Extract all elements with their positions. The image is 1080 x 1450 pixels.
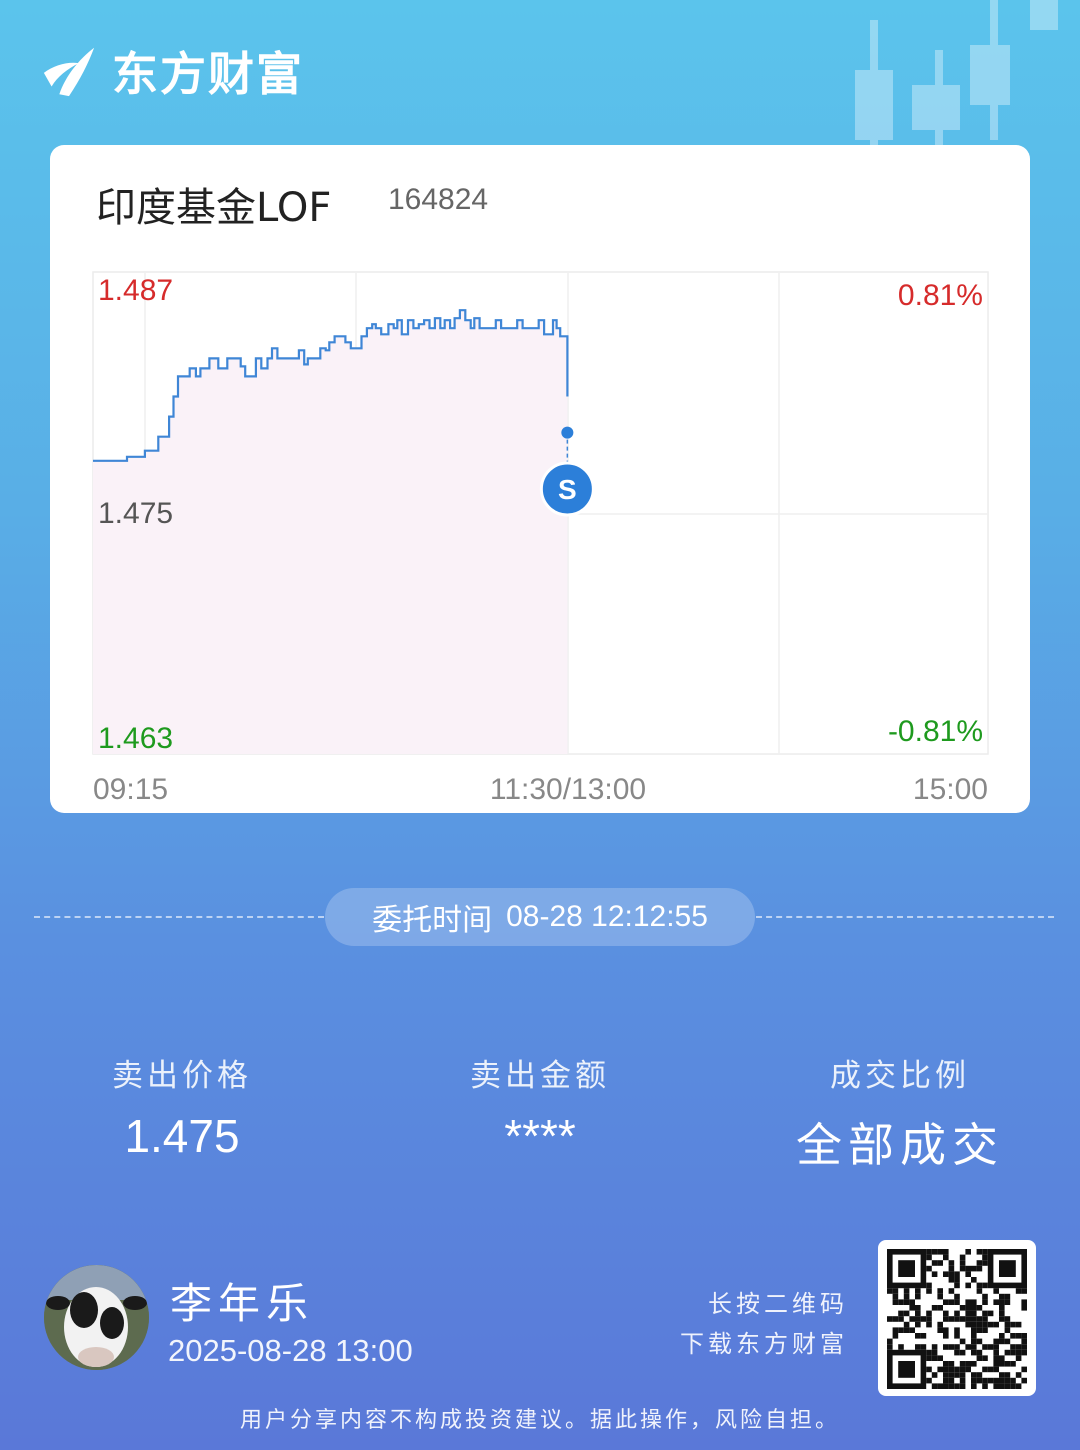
intraday-chart: S 1.487 1.475 1.463 0.81% -0.81% 09:15 1… [92, 271, 989, 806]
x-tick-mid: 11:30/13:00 [490, 773, 646, 806]
order-time-value: 08-28 12:12:55 [506, 900, 708, 933]
qr-hint-line2: 下载东方财富 [680, 1330, 848, 1358]
price-area [93, 310, 568, 754]
fund-chart-card: 印度基金LOF 164824 S 1.487 1.475 1.463 0.81%… [50, 145, 1030, 813]
app-header: 东方财富 [40, 38, 304, 104]
stat-sell-amount: 卖出金额 **** [390, 1050, 690, 1163]
qr-hint-line1: 长按二维码 [708, 1290, 848, 1318]
divider-left [34, 916, 324, 918]
user-avatar[interactable] [44, 1265, 149, 1370]
pct-tick-top: 0.81% [898, 279, 983, 312]
eastmoney-logo-icon [43, 47, 95, 97]
divider-right [756, 916, 1054, 918]
stat-value: 全部成交 [796, 1118, 1004, 1172]
stat-label: 卖出价格 [112, 1058, 252, 1094]
user-name: 李年乐 [170, 1279, 315, 1328]
brand-name: 东方财富 [112, 47, 304, 101]
order-time-pill: 委托时间 08-28 12:12:55 [325, 888, 755, 946]
order-time-row: 委托时间 08-28 12:12:55 [0, 888, 1080, 946]
cow-avatar-icon [44, 1265, 149, 1370]
stat-fill-ratio: 成交比例 全部成交 [750, 1050, 1050, 1175]
y-tick-mid: 1.475 [98, 497, 173, 530]
pct-tick-bottom: -0.81% [888, 715, 983, 748]
stat-sell-price: 卖出价格 1.475 [32, 1050, 332, 1163]
order-time-label: 委托时间 [372, 903, 493, 938]
x-tick-start: 09:15 [93, 773, 168, 806]
stat-value: **** [504, 1110, 576, 1162]
y-tick-top: 1.487 [98, 274, 173, 307]
disclaimer: 用户分享内容不构成投资建议。据此操作，风险自担。 [239, 1408, 840, 1433]
share-datetime: 2025-08-28 13:00 [168, 1333, 413, 1368]
qr-hint: 长按二维码 下载东方财富 [680, 1284, 848, 1364]
download-qr-code[interactable] [878, 1240, 1036, 1396]
qr-code-icon [887, 1249, 1027, 1389]
stat-label: 成交比例 [830, 1058, 970, 1094]
stat-value: 1.475 [124, 1110, 240, 1162]
stat-label: 卖出金额 [470, 1058, 610, 1094]
x-tick-end: 15:00 [913, 773, 988, 806]
y-tick-bottom: 1.463 [98, 722, 173, 755]
trade-point [561, 426, 574, 439]
sell-marker-label: S [558, 474, 577, 505]
